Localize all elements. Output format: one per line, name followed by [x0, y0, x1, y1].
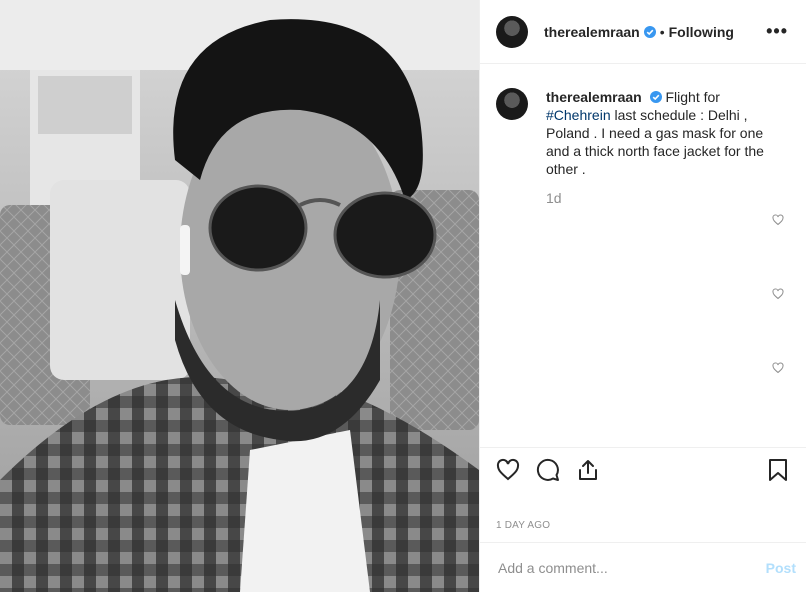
following-button[interactable]: Following	[669, 24, 734, 40]
comment-icon[interactable]	[536, 458, 560, 482]
caption-age: 1d	[546, 190, 562, 206]
post-sidebar: therealemraan • Following ••• therealemr…	[479, 0, 806, 592]
photo-image	[0, 0, 479, 592]
header-username[interactable]: therealemraan	[544, 24, 640, 40]
separator-dot: •	[659, 23, 665, 40]
heart-small-icon[interactable]	[772, 288, 784, 300]
action-icons	[480, 448, 806, 482]
caption-body-start: Flight for	[665, 89, 720, 105]
caption-text: therealemraan Flight for #Chehrein last …	[546, 88, 786, 178]
comments-area: therealemraan Flight for #Chehrein last …	[480, 64, 806, 444]
post-photo[interactable]	[0, 0, 479, 592]
post-container: therealemraan • Following ••• therealemr…	[0, 0, 806, 592]
caption-avatar[interactable]	[496, 88, 528, 120]
post-comment-button[interactable]: Post	[766, 560, 796, 576]
add-comment-bar: Post	[480, 542, 806, 592]
heart-small-icon[interactable]	[772, 362, 784, 374]
post-header: therealemraan • Following •••	[480, 0, 806, 64]
hashtag-link[interactable]: #Chehrein	[546, 107, 611, 123]
avatar[interactable]	[496, 15, 528, 48]
like-icon[interactable]	[496, 458, 520, 482]
caption-row: therealemraan Flight for #Chehrein last …	[496, 88, 790, 178]
share-icon[interactable]	[576, 458, 600, 482]
comment-input[interactable]	[496, 558, 766, 577]
heart-small-icon[interactable]	[772, 214, 784, 226]
verified-icon	[643, 25, 656, 38]
verified-icon	[649, 91, 662, 103]
more-icon[interactable]: •••	[764, 21, 790, 42]
caption-username[interactable]: therealemraan	[546, 89, 642, 105]
post-timestamp[interactable]: 1 DAY AGO	[496, 520, 550, 531]
save-icon[interactable]	[766, 458, 790, 482]
